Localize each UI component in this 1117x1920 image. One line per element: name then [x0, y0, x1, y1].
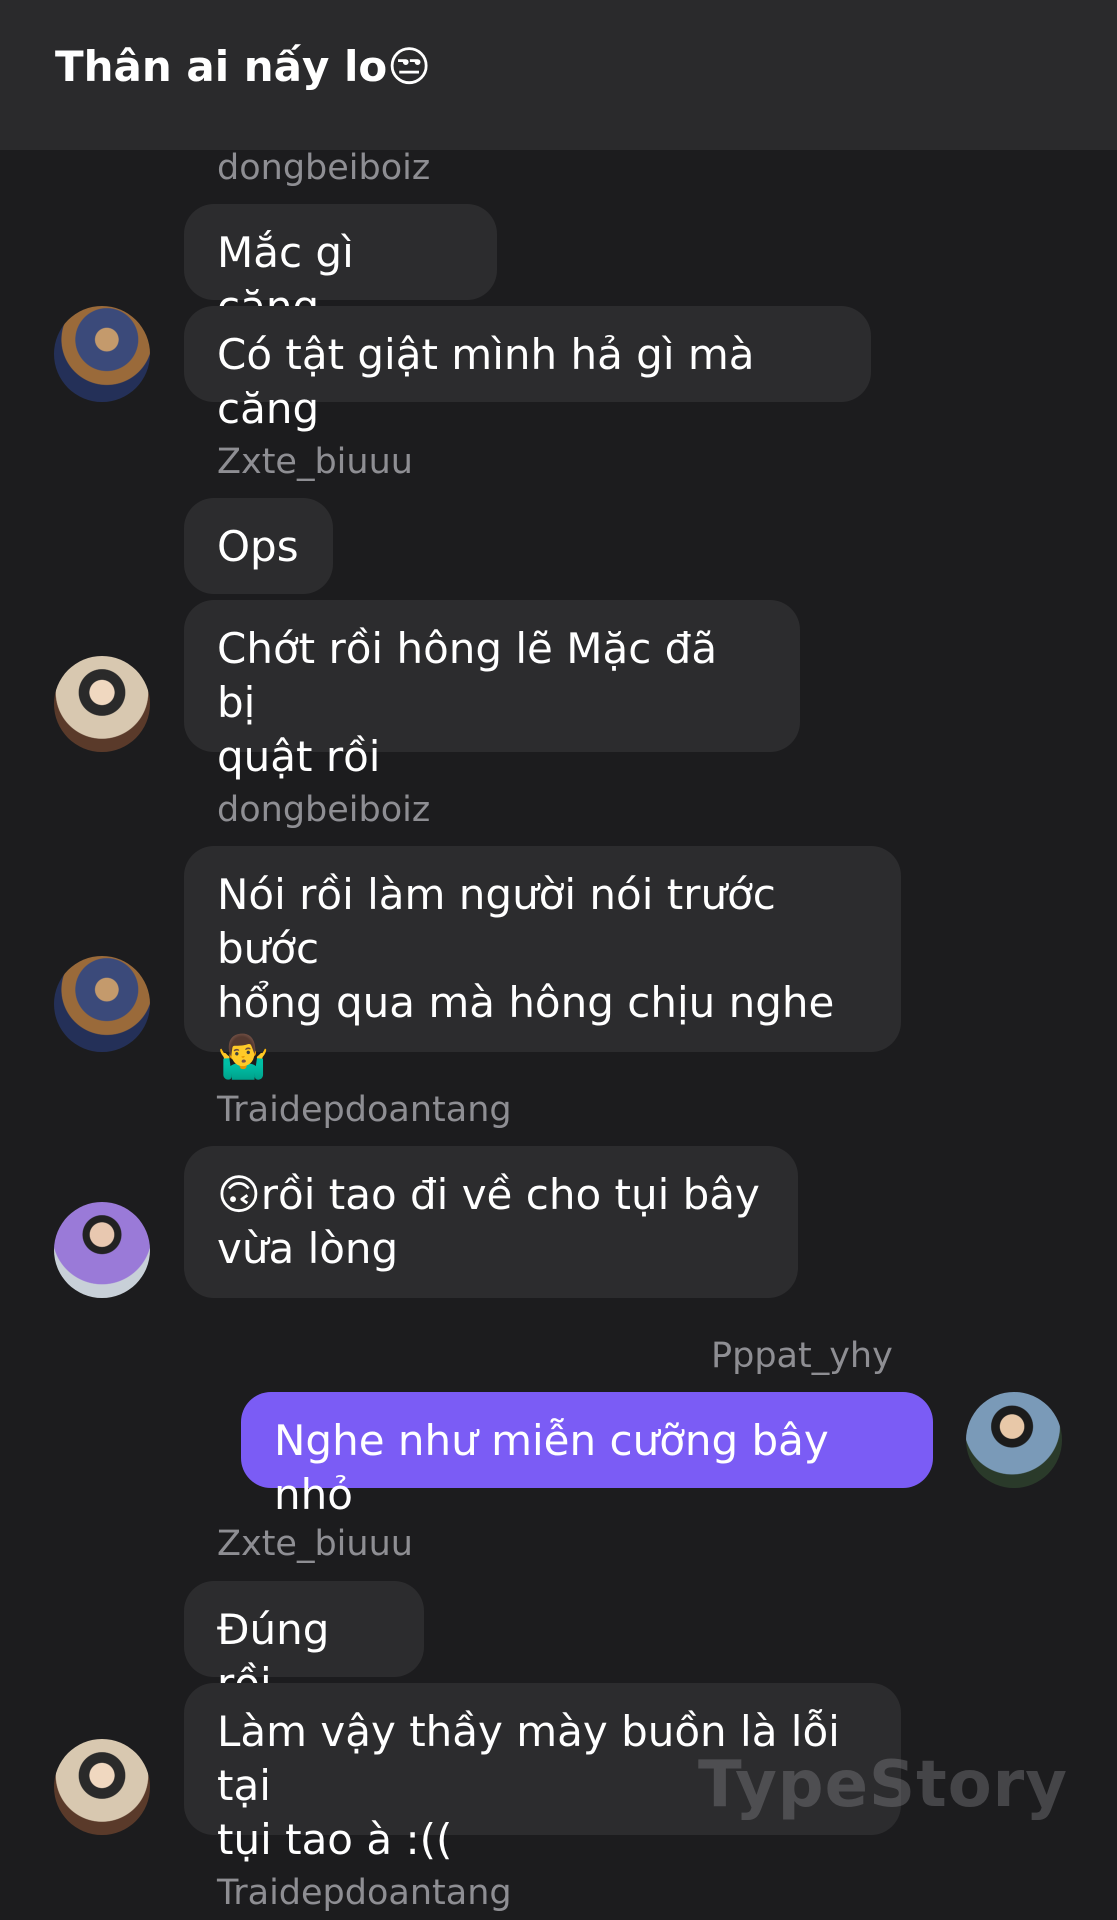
sender-name: Traidepdoantang	[217, 1873, 512, 1913]
avatar[interactable]	[54, 1739, 150, 1835]
avatar[interactable]	[54, 656, 150, 752]
message-bubble[interactable]: 🙃rồi tao đi về cho tụi bây vừa lòng	[184, 1146, 798, 1298]
sender-name: Zxte_biuuu	[217, 442, 413, 482]
chat-title: Thân ai nấy lo😒	[55, 42, 432, 91]
message-bubble[interactable]: Mắc gì căng	[184, 204, 497, 331]
avatar[interactable]	[54, 1202, 150, 1298]
message-bubble[interactable]: Đúng rồi	[184, 1581, 424, 1708]
avatar[interactable]	[54, 956, 150, 1052]
sender-name: Zxte_biuuu	[217, 1524, 413, 1564]
my-message-bubble[interactable]: Nghe như miễn cưỡng bây nhỏ	[241, 1392, 933, 1519]
sender-name: dongbeiboiz	[217, 148, 431, 188]
message-bubble[interactable]: Chớt rồi hông lẽ Mặc đã bị quật rồi	[184, 600, 800, 781]
typestory-watermark: TypeStory	[698, 1748, 1068, 1822]
avatar[interactable]	[54, 306, 150, 402]
sender-name: Pppat_yhy	[711, 1336, 893, 1376]
message-bubble[interactable]: Nói rồi làm người nói trước bước hổng qu…	[184, 846, 901, 1081]
message-bubble[interactable]: Ops	[184, 498, 333, 594]
sender-name: Traidepdoantang	[217, 1090, 512, 1130]
sender-name: dongbeiboiz	[217, 790, 431, 830]
my-avatar[interactable]	[966, 1392, 1062, 1488]
chat-header: Thân ai nấy lo😒	[0, 0, 1117, 150]
message-bubble[interactable]: Có tật giật mình hả gì mà căng	[184, 306, 871, 433]
